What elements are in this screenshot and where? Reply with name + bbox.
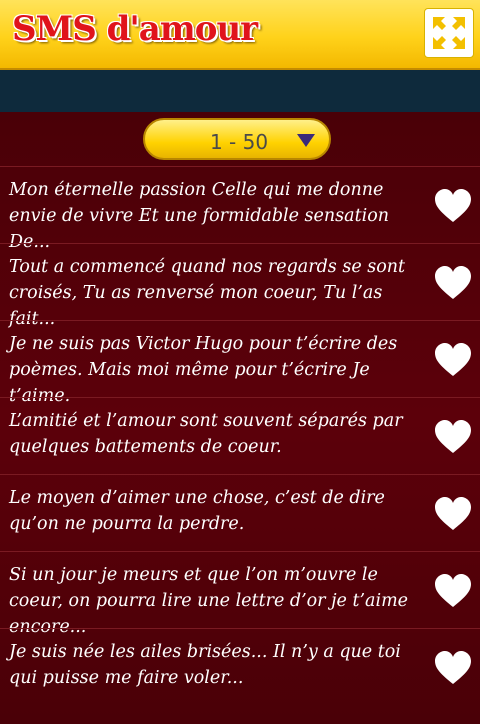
message-row[interactable]: L’amitié et l’amour sont souvent séparés…: [0, 397, 480, 474]
favorite-heart-icon[interactable]: [434, 265, 472, 301]
message-text: Le moyen d’aimer une chose, c’est de dir…: [9, 488, 385, 534]
message-text: L’amitié et l’amour sont souvent séparés…: [9, 411, 403, 457]
dropdown-caret-icon: [297, 134, 315, 147]
favorite-heart-icon[interactable]: [434, 419, 472, 455]
message-row[interactable]: Si un jour je meurs et que l’on m’ouvre …: [0, 551, 480, 637]
expand-arrows-icon: [433, 17, 465, 49]
app-title: SMS d'amour: [12, 9, 258, 49]
favorite-heart-icon[interactable]: [434, 573, 472, 609]
message-row[interactable]: Je suis née les ailes brisées... Il n’y …: [0, 628, 480, 705]
favorite-heart-icon[interactable]: [434, 650, 472, 686]
message-row[interactable]: Tout a commencé quand nos regards se son…: [0, 243, 480, 329]
favorite-heart-icon[interactable]: [434, 342, 472, 378]
page-range-selector[interactable]: 1 - 50: [143, 118, 331, 160]
favorite-heart-icon[interactable]: [434, 496, 472, 532]
message-text: Je suis née les ailes brisées... Il n’y …: [9, 642, 401, 688]
expand-button[interactable]: [424, 8, 474, 58]
message-row[interactable]: Je ne suis pas Victor Hugo pour t’écrire…: [0, 320, 480, 406]
sub-toolbar: [0, 70, 480, 112]
message-row[interactable]: Mon éternelle passion Celle qui me donne…: [0, 166, 480, 252]
app-header: SMS d'amour: [0, 0, 480, 70]
message-row[interactable]: Le moyen d’aimer une chose, c’est de dir…: [0, 474, 480, 551]
favorite-heart-icon[interactable]: [434, 188, 472, 224]
